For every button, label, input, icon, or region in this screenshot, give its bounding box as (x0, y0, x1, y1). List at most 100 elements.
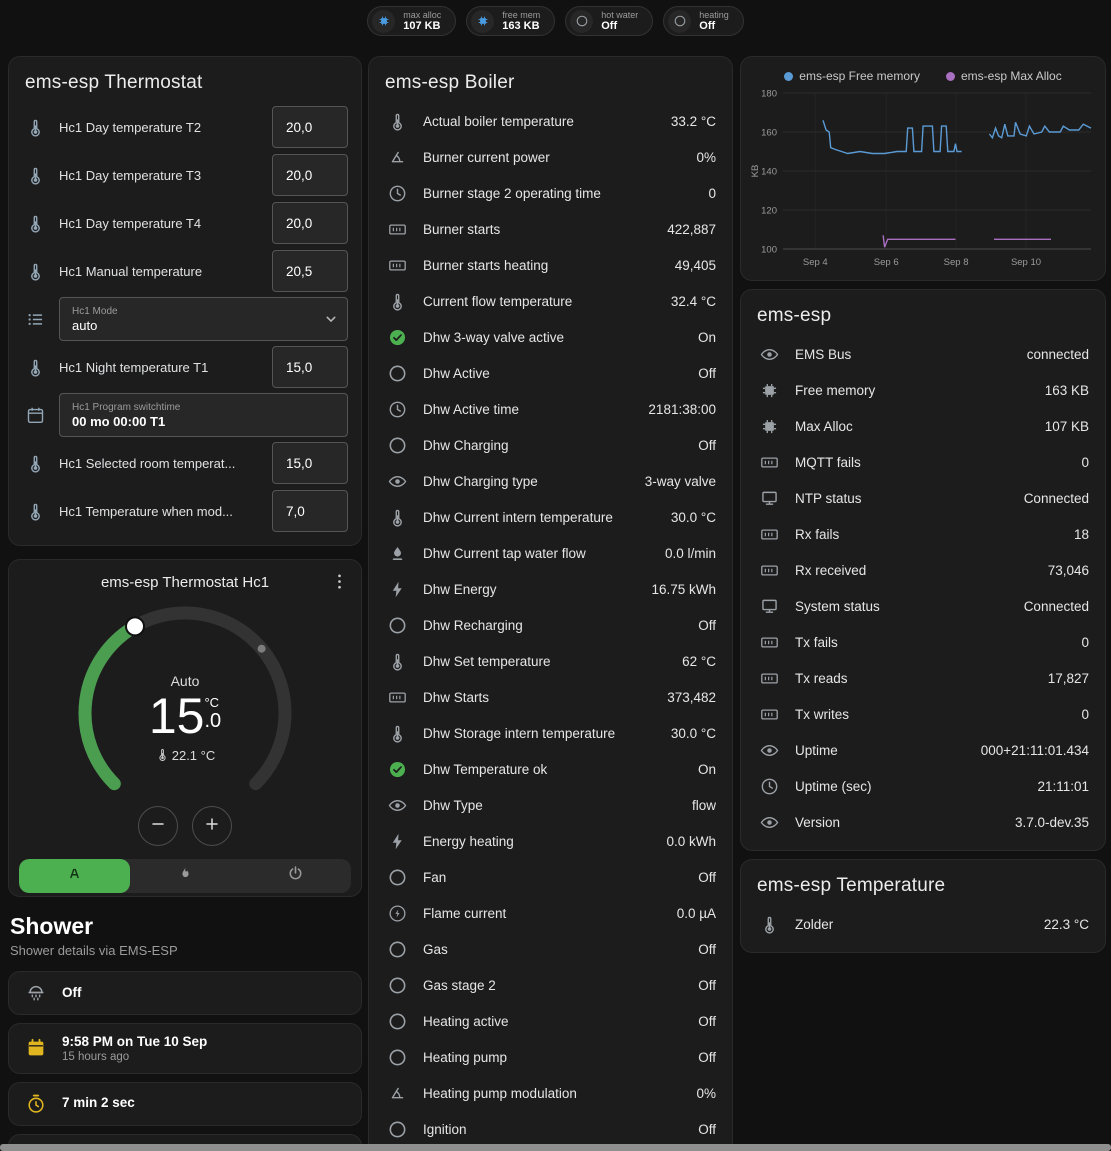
entity-row-burner-starts-heating[interactable]: Burner starts heating49,405 (369, 247, 732, 283)
entity-row-burner-starts[interactable]: Burner starts422,887 (369, 211, 732, 247)
number-input-hc1-day-temperature-t2[interactable]: 20,0 (272, 106, 348, 148)
entity-row-dhw-charging-type[interactable]: Dhw Charging type3-way valve (369, 463, 732, 499)
number-input-hc1-manual-temperature[interactable]: 20,5 (272, 250, 348, 292)
entity-row-uptime[interactable]: Uptime000+21:11:01.434 (741, 732, 1105, 768)
number-input-hc1-day-temperature-t4[interactable]: 20,0 (272, 202, 348, 244)
shower-last-card[interactable]: 9:58 PM on Tue 10 Sep 15 hours ago (8, 1023, 362, 1074)
shower-state-card[interactable]: Off (8, 971, 362, 1015)
network-icon (757, 596, 781, 617)
temperature-card: ems-esp Temperature Zolder22.3 °C (740, 859, 1106, 953)
number-input-hc1-selected-room-temperat[interactable]: 15,0 (272, 442, 348, 484)
entity-row-dhw-starts[interactable]: Dhw Starts373,482 (369, 679, 732, 715)
clock-icon (385, 399, 409, 420)
entity-row-zolder[interactable]: Zolder22.3 °C (741, 906, 1105, 942)
number-input-hc1-temperature-when-mod[interactable]: 7,0 (272, 490, 348, 532)
entity-row-rx-received[interactable]: Rx received73,046 (741, 552, 1105, 588)
dial-card-title: ems-esp Thermostat Hc1 (9, 560, 361, 591)
entity-row-tx-fails[interactable]: Tx fails0 (741, 624, 1105, 660)
counter-icon (757, 452, 781, 473)
memory-chart-card: ems-esp Free memory ems-esp Max Alloc Sep… (740, 56, 1106, 281)
entity-row-dhw-current-tap-water-flow[interactable]: Dhw Current tap water flow0.0 l/min (369, 535, 732, 571)
config-row-hc1-program-switchtime: Hc1 Program switchtime00 mo 00:00 T1 (9, 391, 361, 439)
entity-row-dhw-active-time[interactable]: Dhw Active time2181:38:00 (369, 391, 732, 427)
badge-max-alloc[interactable]: max alloc107 KB (367, 6, 456, 36)
entity-row-fan[interactable]: FanOff (369, 859, 732, 895)
circle-outline-icon (668, 10, 691, 33)
entity-row-burner-current-power[interactable]: Burner current power0% (369, 139, 732, 175)
entity-row-dhw-storage-intern-temperature[interactable]: Dhw Storage intern temperature30.0 °C (369, 715, 732, 751)
horizontal-scrollbar[interactable] (0, 1144, 1111, 1151)
entity-row-gas-stage-2[interactable]: Gas stage 2Off (369, 967, 732, 1003)
increase-temp-button[interactable] (192, 806, 232, 846)
scrollbar-thumb[interactable] (0, 1144, 1111, 1151)
entity-row-dhw-type[interactable]: Dhw Typeflow (369, 787, 732, 823)
entity-row-flame-current[interactable]: Flame current0.0 µA (369, 895, 732, 931)
thermometer-icon (757, 914, 781, 935)
mode-button-flame[interactable] (130, 859, 241, 893)
badge-hot-water[interactable]: hot waterOff (565, 6, 653, 36)
circle-outline-icon (385, 1047, 409, 1068)
decrease-temp-button[interactable] (138, 806, 178, 846)
select-hc1-mode[interactable]: Hc1 Modeauto (59, 297, 348, 341)
entity-row-system-status[interactable]: System statusConnected (741, 588, 1105, 624)
entity-row-ntp-status[interactable]: NTP statusConnected (741, 480, 1105, 516)
entity-row-tx-reads[interactable]: Tx reads17,827 (741, 660, 1105, 696)
thermometer-icon (23, 165, 47, 186)
entity-row-dhw-current-intern-temperature[interactable]: Dhw Current intern temperature30.0 °C (369, 499, 732, 535)
legend-item-ems-esp-free-memory[interactable]: ems-esp Free memory (784, 69, 920, 83)
circle-outline-icon (385, 363, 409, 384)
entity-row-max-alloc[interactable]: Max Alloc107 KB (741, 408, 1105, 444)
entity-row-uptime-sec[interactable]: Uptime (sec)21:11:01 (741, 768, 1105, 804)
memory-line-chart[interactable]: Sep 4Sep 6Sep 8Sep 10100120140160180KB (749, 85, 1097, 271)
entity-row-ems-bus[interactable]: EMS Busconnected (741, 336, 1105, 372)
entity-row-dhw-set-temperature[interactable]: Dhw Set temperature62 °C (369, 643, 732, 679)
config-row-hc1-day-temperature-t2: Hc1 Day temperature T220,0 (9, 103, 361, 151)
more-menu-button[interactable] (325, 570, 353, 598)
entity-row-dhw-active[interactable]: Dhw ActiveOff (369, 355, 732, 391)
svg-text:Sep 8: Sep 8 (944, 257, 969, 268)
dial-readout: Auto 15 °C .0 22.1 °C (65, 593, 305, 838)
entity-row-energy-heating[interactable]: Energy heating0.0 kWh (369, 823, 732, 859)
counter-icon (757, 668, 781, 689)
entity-row-dhw-charging[interactable]: Dhw ChargingOff (369, 427, 732, 463)
entity-row-dhw-recharging[interactable]: Dhw RechargingOff (369, 607, 732, 643)
entity-row-version[interactable]: Version3.7.0-dev.35 (741, 804, 1105, 840)
auto-icon (65, 864, 84, 888)
entity-row-current-flow-temperature[interactable]: Current flow temperature32.4 °C (369, 283, 732, 319)
text-input-hc1-program-switchtime[interactable]: Hc1 Program switchtime00 mo 00:00 T1 (59, 393, 348, 437)
mode-button-auto[interactable] (19, 859, 130, 893)
counter-icon (757, 560, 781, 581)
entity-row-free-memory[interactable]: Free memory163 KB (741, 372, 1105, 408)
entity-row-burner-stage-2-operating-time[interactable]: Burner stage 2 operating time0 (369, 175, 732, 211)
list-icon (23, 309, 47, 330)
card-title: ems-esp (741, 290, 1105, 336)
entity-row-rx-fails[interactable]: Rx fails18 (741, 516, 1105, 552)
gauge-icon (385, 147, 409, 168)
entity-row-heating-pump-modulation[interactable]: Heating pump modulation0% (369, 1075, 732, 1111)
entity-row-actual-boiler-temperature[interactable]: Actual boiler temperature33.2 °C (369, 103, 732, 139)
clock-icon (757, 776, 781, 797)
circle-outline-icon (385, 615, 409, 636)
thermometer-icon (385, 111, 409, 132)
mode-button-power[interactable] (240, 859, 351, 893)
chip-icon (757, 380, 781, 401)
entity-row-tx-writes[interactable]: Tx writes0 (741, 696, 1105, 732)
entity-row-mqtt-fails[interactable]: MQTT fails0 (741, 444, 1105, 480)
number-input-hc1-night-temperature-t1[interactable]: 15,0 (272, 346, 348, 388)
entity-row-dhw-3-way-valve-active[interactable]: Dhw 3-way valve activeOn (369, 319, 732, 355)
entity-row-dhw-energy[interactable]: Dhw Energy16.75 kWh (369, 571, 732, 607)
number-input-hc1-day-temperature-t3[interactable]: 20,0 (272, 154, 348, 196)
badge-free-mem[interactable]: free mem163 KB (466, 6, 555, 36)
temperature-entity-list: Zolder22.3 °C (741, 906, 1105, 942)
entity-row-heating-pump[interactable]: Heating pumpOff (369, 1039, 732, 1075)
entity-row-ignition[interactable]: IgnitionOff (369, 1111, 732, 1147)
thermostat-dial[interactable]: Auto 15 °C .0 22.1 °C (65, 593, 305, 838)
shower-duration-card[interactable]: 7 min 2 sec (8, 1082, 362, 1126)
legend-item-ems-esp-max-alloc[interactable]: ems-esp Max Alloc (946, 69, 1062, 83)
entity-row-dhw-temperature-ok[interactable]: Dhw Temperature okOn (369, 751, 732, 787)
badge-heating[interactable]: heatingOff (663, 6, 744, 36)
entity-row-heating-active[interactable]: Heating activeOff (369, 1003, 732, 1039)
svg-text:Sep 4: Sep 4 (803, 257, 828, 268)
shower-icon (24, 982, 48, 1004)
entity-row-gas[interactable]: GasOff (369, 931, 732, 967)
